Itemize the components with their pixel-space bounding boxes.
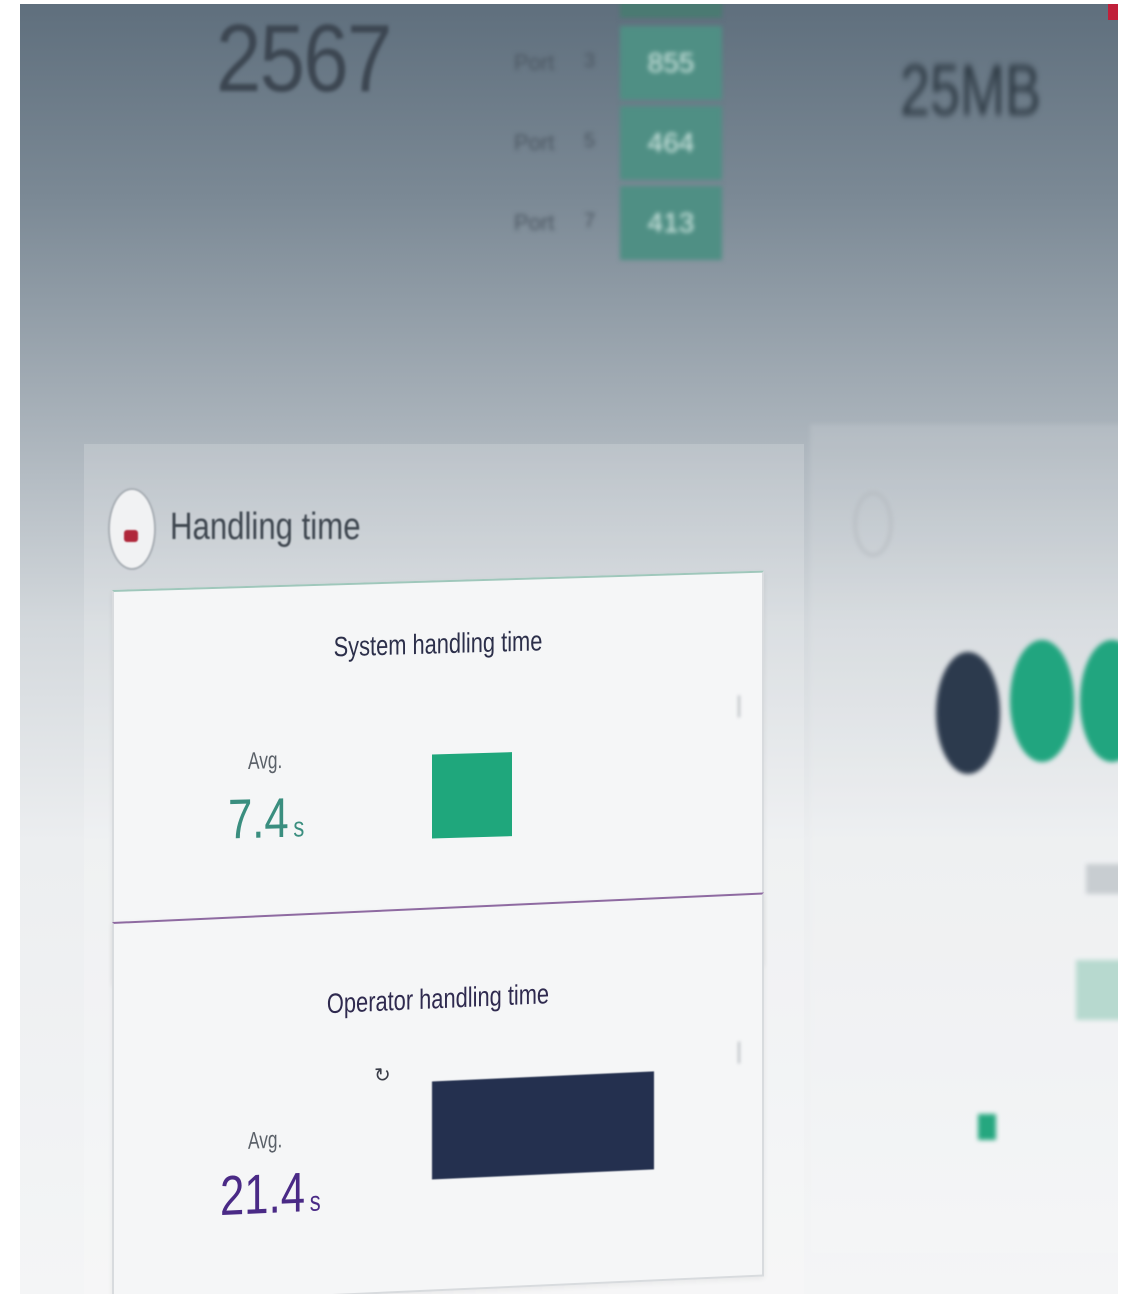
status-ring-icon [936, 652, 1000, 774]
avg-unit: s [293, 811, 305, 843]
more-options-icon[interactable] [738, 695, 750, 718]
port-number: 5 [584, 130, 596, 152]
port-label: Port [514, 130, 555, 155]
avg-unit: s [309, 1185, 321, 1218]
system-time-bar [432, 752, 512, 839]
port-label: Port [514, 210, 555, 235]
dashboard-screen: 2567 Port 3 855 Port 5 464 Port 7 413 25… [20, 4, 1118, 1294]
stopwatch-icon [108, 488, 156, 570]
avg-value: 21.4 s [220, 1159, 321, 1229]
side-panel [810, 424, 1118, 1254]
avg-number: 7.4 [228, 785, 289, 851]
panel-title: Handling time [170, 506, 361, 548]
port-value: 464 [620, 106, 722, 180]
card-title: System handling time [333, 625, 543, 663]
port-number: 3 [584, 50, 596, 72]
port-value: 413 [620, 186, 722, 260]
panel-icon [854, 492, 892, 556]
card-title: Operator handling time [326, 978, 550, 1020]
port-label: Port [514, 50, 555, 75]
refresh-icon[interactable]: ↻ [374, 1064, 392, 1087]
avg-label: Avg. [248, 746, 283, 775]
storage-metric: 25MB [900, 51, 1042, 131]
port-value-cell [620, 4, 722, 18]
more-options-icon[interactable] [738, 1041, 750, 1064]
port-value: 855 [620, 26, 722, 100]
stat-placeholder [1076, 960, 1118, 1020]
avg-label: Avg. [248, 1126, 283, 1155]
operator-time-bar [432, 1071, 654, 1180]
avg-number: 21.4 [220, 1160, 306, 1228]
port-number: 7 [584, 210, 596, 232]
photo-frame: 2567 Port 3 855 Port 5 464 Port 7 413 25… [0, 0, 1132, 1297]
status-ring-icon [1080, 640, 1118, 762]
status-ring-icon [1010, 640, 1074, 762]
total-count: 2567 [216, 5, 392, 112]
avg-value: 7.4 s [228, 784, 304, 851]
corner-mark [1108, 4, 1118, 20]
operator-handling-card[interactable]: Operator handling time ↻ Avg. 21.4 s [112, 892, 764, 1294]
stat-placeholder [1086, 864, 1118, 894]
legend-swatch [978, 1114, 996, 1140]
